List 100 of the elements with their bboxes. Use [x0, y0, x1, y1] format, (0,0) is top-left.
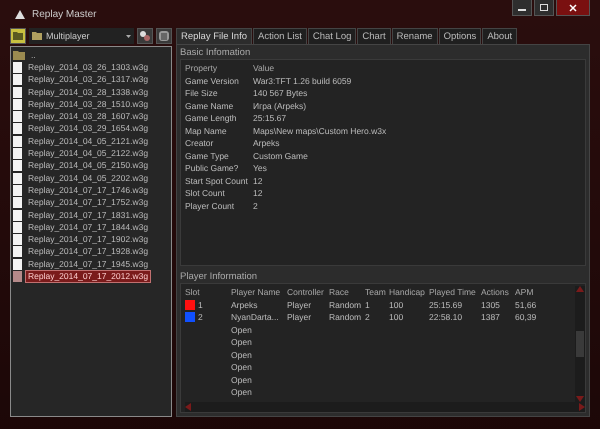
vertical-scrollbar[interactable]	[575, 286, 585, 402]
table-cell: War3:TFT 1.26 build 6059	[253, 74, 352, 87]
file-item[interactable]: Replay_2014_04_05_2150.w3g	[25, 159, 152, 172]
scroll-up-icon[interactable]	[576, 286, 584, 292]
file-item[interactable]: Replay_2014_03_28_1510.w3g	[25, 98, 152, 111]
app-icon	[14, 8, 26, 20]
file-icon	[13, 210, 22, 220]
table-cell: Random	[329, 298, 362, 311]
table-cell: 12	[253, 187, 262, 200]
table-cell: Open	[231, 374, 252, 386]
file-icon	[13, 270, 22, 282]
tools-button[interactable]	[137, 28, 153, 44]
archive-button[interactable]	[156, 28, 172, 44]
folder-dropdown[interactable]: Multiplayer	[29, 28, 134, 44]
scroll-left-icon[interactable]	[185, 403, 191, 411]
window-title: Replay Master	[32, 8, 96, 20]
table-cell: Game Name	[185, 100, 234, 112]
scroll-thumb[interactable]	[576, 331, 584, 357]
file-item[interactable]: Replay_2014_03_26_1303.w3g	[25, 60, 152, 74]
table-cell: Custom Game	[253, 150, 308, 162]
column-header: Played Time	[429, 286, 476, 298]
column-header: Controller	[287, 286, 324, 298]
table-cell: Game Type	[185, 150, 229, 162]
tab[interactable]: Chart	[357, 28, 391, 44]
file-icon	[13, 160, 22, 172]
tab[interactable]: About	[482, 28, 518, 44]
tab[interactable]: Action List	[253, 28, 307, 44]
section-title: Basic Infomation	[180, 47, 250, 59]
file-item[interactable]: Replay_2014_03_29_1654.w3g	[25, 122, 152, 136]
scroll-right-icon[interactable]	[579, 403, 585, 411]
column-header: Property	[185, 62, 218, 74]
table-cell: 22:58.10	[429, 311, 462, 324]
folder-up-button[interactable]	[10, 28, 26, 44]
file-icon	[13, 258, 22, 270]
table-cell: Maps\New maps\Custom Hero.w3x	[253, 124, 386, 137]
table-cell: Start Spot Count	[185, 174, 248, 187]
file-item[interactable]: ..	[28, 48, 39, 62]
table-cell: Open	[231, 386, 252, 398]
maximize-icon	[540, 4, 548, 11]
table-cell: Open	[231, 361, 252, 374]
maximize-button[interactable]	[534, 0, 554, 16]
file-icon	[13, 197, 22, 208]
table-cell: 1	[365, 298, 370, 311]
table-cell: NyanDarta...	[231, 311, 279, 324]
file-item[interactable]: Replay_2014_07_17_2012.w3g	[25, 270, 152, 283]
table-cell: Map Name	[185, 124, 227, 137]
file-item[interactable]: Replay_2014_07_17_1752.w3g	[25, 196, 152, 210]
tools-icon	[139, 30, 151, 42]
file-item[interactable]: Replay_2014_03_28_1607.w3g	[25, 110, 152, 124]
file-icon	[13, 234, 22, 246]
file-item[interactable]: Replay_2014_07_17_1945.w3g	[25, 258, 152, 271]
minimize-button[interactable]	[512, 0, 532, 16]
table-cell: Yes	[253, 162, 267, 174]
table-cell: Slot Count	[185, 187, 225, 200]
column-header: Value	[253, 62, 274, 74]
column-header: Slot	[185, 286, 200, 298]
table-cell: File Size	[185, 87, 218, 100]
file-icon	[13, 74, 22, 86]
file-item[interactable]: Replay_2014_03_26_1317.w3g	[25, 73, 152, 86]
column-header: Race	[329, 286, 349, 298]
table-cell: 51,66	[515, 298, 536, 311]
close-button[interactable]	[556, 0, 590, 16]
table-cell: 2	[365, 311, 370, 324]
file-item[interactable]: Replay_2014_07_17_1831.w3g	[25, 208, 152, 222]
table-cell: 60,39	[515, 311, 536, 324]
column-header: Player Name	[231, 286, 280, 298]
file-item[interactable]: Replay_2014_07_17_1844.w3g	[25, 220, 152, 234]
file-item[interactable]: Replay_2014_07_17_1746.w3g	[25, 184, 152, 197]
tab[interactable]: Replay File Info	[176, 28, 252, 44]
table-cell: 12	[253, 174, 262, 187]
file-item[interactable]: Replay_2014_03_28_1338.w3g	[25, 86, 152, 99]
column-header: Team	[365, 286, 386, 298]
horizontal-scrollbar[interactable]	[185, 402, 585, 412]
file-item[interactable]: Replay_2014_07_17_1928.w3g	[25, 245, 152, 258]
file-item[interactable]: Replay_2014_07_17_1902.w3g	[25, 233, 152, 246]
table-cell: 2	[198, 311, 203, 324]
table-cell: Open	[231, 324, 252, 336]
file-item[interactable]: Replay_2014_04_05_2121.w3g	[25, 134, 152, 148]
table-cell: Open	[231, 348, 252, 361]
file-icon	[13, 136, 22, 147]
table-cell: Open	[231, 336, 252, 348]
table-cell: Game Version	[185, 74, 239, 87]
table-cell: Arpeks	[231, 298, 258, 311]
file-icon	[13, 123, 22, 134]
tab[interactable]: Rename	[392, 28, 438, 44]
file-item[interactable]: Replay_2014_04_05_2122.w3g	[25, 147, 152, 160]
file-icon	[13, 222, 22, 233]
file-icon	[13, 62, 22, 73]
table-cell: Player	[287, 298, 312, 311]
table-cell: 140 567 Bytes	[253, 87, 308, 100]
table-cell: Игра (Arpeks)	[253, 100, 306, 112]
tab[interactable]: Options	[438, 28, 482, 44]
table-cell: Creator	[185, 137, 214, 150]
file-item[interactable]: Replay_2014_04_05_2202.w3g	[25, 172, 152, 185]
tab[interactable]: Chat Log	[308, 28, 356, 44]
file-icon	[13, 111, 22, 122]
file-icon	[13, 148, 22, 160]
archive-icon	[158, 30, 170, 42]
file-icon	[13, 184, 22, 196]
table-cell: Game Length	[185, 112, 237, 124]
